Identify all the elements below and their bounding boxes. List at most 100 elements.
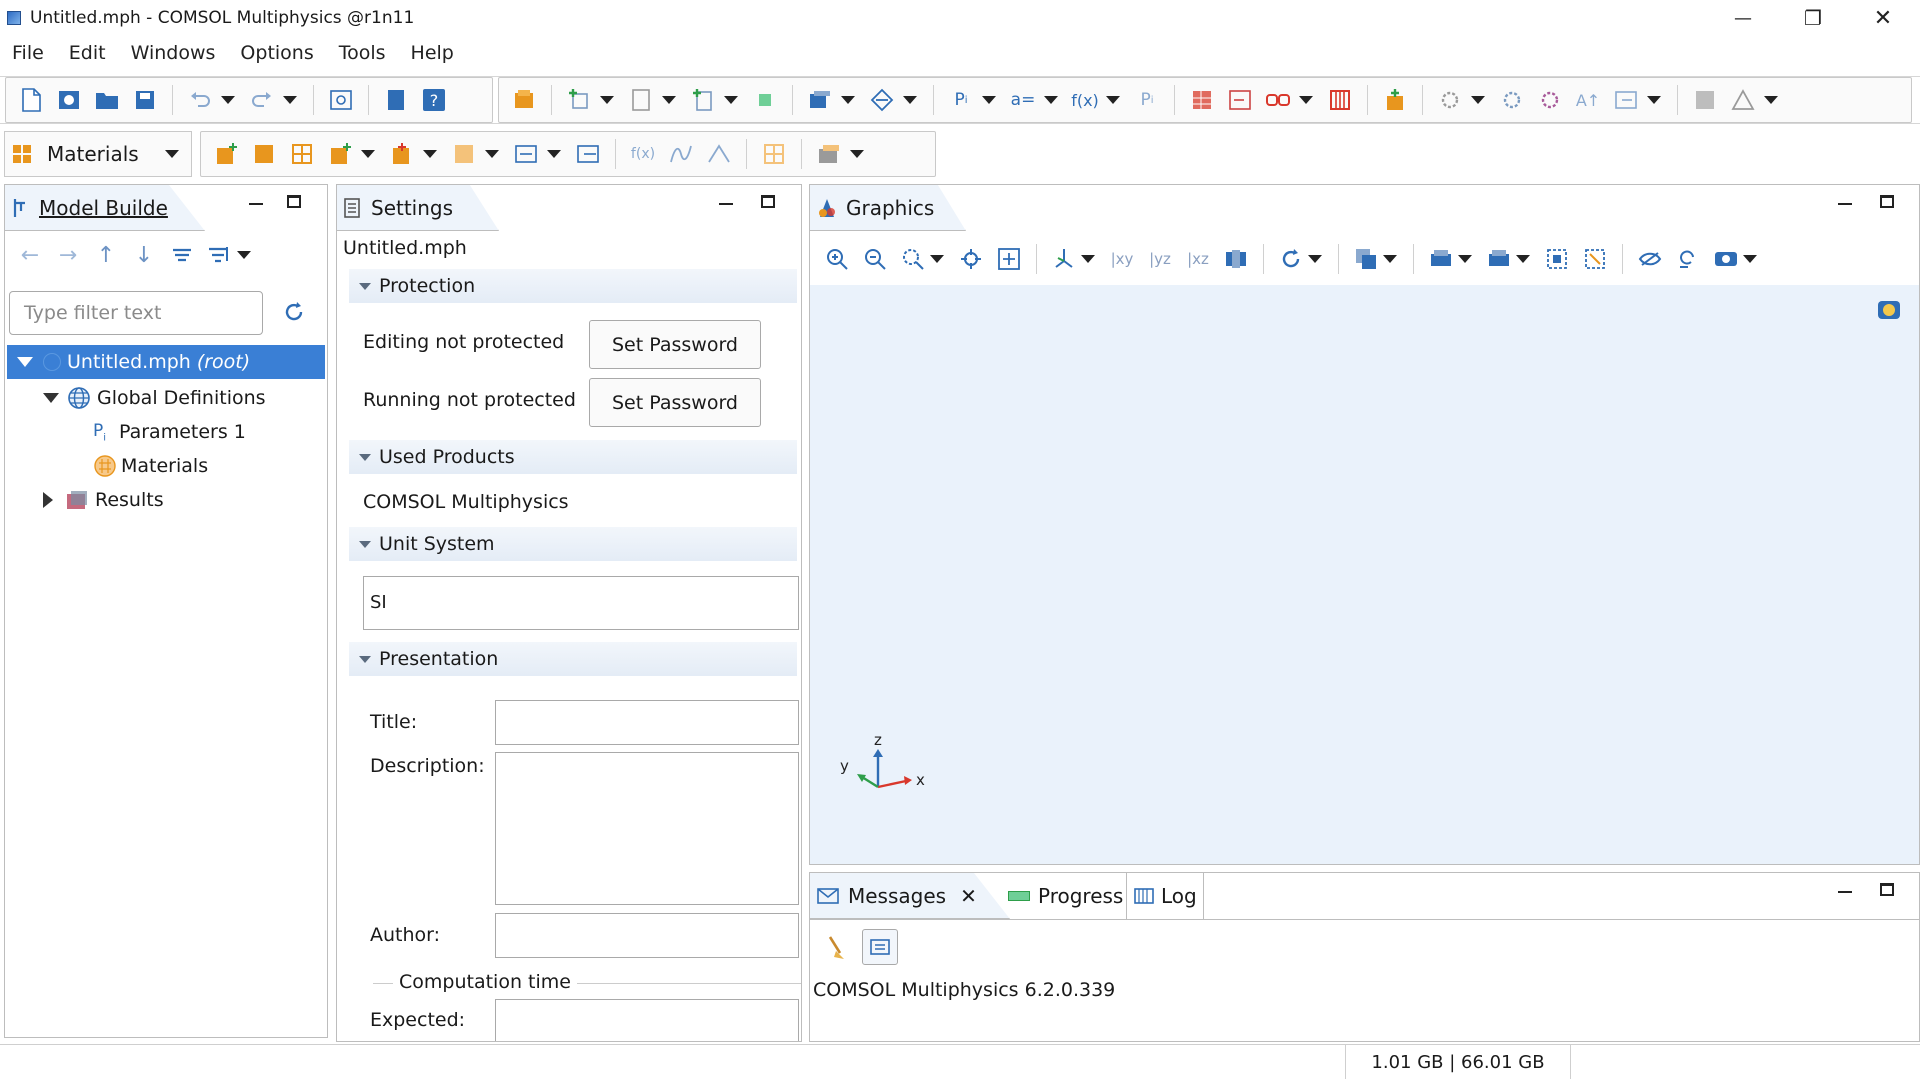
log-tab[interactable]: Log (1126, 873, 1204, 919)
set-password-editing-button[interactable]: Set Password (589, 320, 761, 369)
select-all-icon[interactable] (1542, 244, 1572, 274)
save-icon[interactable] (130, 85, 160, 115)
menu-edit[interactable]: Edit (61, 42, 114, 64)
show-icon[interactable] (167, 240, 197, 270)
interpolation-icon[interactable] (666, 139, 696, 169)
select-box-icon[interactable] (1426, 244, 1456, 274)
study-dropdown-icon[interactable] (1471, 96, 1485, 104)
study-settings-icon[interactable] (1435, 85, 1465, 115)
add-physics-icon[interactable] (626, 85, 656, 115)
graphics-maximize-icon[interactable] (1880, 195, 1894, 208)
model-builder-tab[interactable]: Model Builde (5, 185, 168, 231)
clear-selection-icon[interactable] (1580, 244, 1610, 274)
redo-dropdown-icon[interactable] (283, 96, 297, 104)
xz-view-icon[interactable]: |xz (1183, 244, 1213, 274)
documentation-icon[interactable] (381, 85, 411, 115)
material-link-icon[interactable] (449, 139, 479, 169)
tree-global-definitions[interactable]: Global Definitions (43, 381, 266, 415)
settings-minimize-icon[interactable] (719, 195, 733, 205)
functions-dropdown-icon[interactable] (1106, 96, 1120, 104)
xy-view-icon[interactable]: |xy (1107, 244, 1137, 274)
model-builder-maximize-icon[interactable] (287, 195, 301, 208)
menu-file[interactable]: File (4, 42, 52, 64)
menu-help[interactable]: Help (403, 42, 462, 64)
new-file-icon[interactable] (16, 85, 46, 115)
description-field[interactable] (495, 752, 799, 905)
layered-material-icon[interactable] (325, 139, 355, 169)
filter-input[interactable]: Type filter text (9, 291, 263, 335)
function-icon[interactable]: f(x) (628, 139, 658, 169)
menu-windows[interactable]: Windows (123, 42, 224, 64)
expand-arrow-icon[interactable] (43, 393, 59, 403)
parameters-dropdown-icon[interactable] (982, 96, 996, 104)
material-switch-icon[interactable] (387, 139, 417, 169)
compute-study-icon[interactable] (1497, 85, 1527, 115)
material-link-dropdown-icon[interactable] (485, 150, 499, 158)
restore-button[interactable]: ❐ (1778, 0, 1848, 36)
add-study-dropdown-icon[interactable] (724, 96, 738, 104)
materials-layout-dropdown-icon[interactable] (850, 150, 864, 158)
deselect-box-icon[interactable] (1484, 244, 1514, 274)
rotate-icon[interactable] (1276, 244, 1306, 274)
set-password-running-button[interactable]: Set Password (589, 378, 761, 427)
messages-minimize-icon[interactable] (1838, 883, 1852, 893)
move-down-icon[interactable]: ↓ (129, 240, 159, 270)
ribbon-selector-dropdown-icon[interactable] (164, 150, 179, 158)
plot-group-dropdown-icon[interactable] (1764, 96, 1778, 104)
zoom-selection-icon[interactable] (956, 244, 986, 274)
parameters-icon[interactable]: Pi (946, 85, 976, 115)
close-button[interactable]: ✕ (1848, 0, 1918, 36)
add-component-dropdown-icon[interactable] (600, 96, 614, 104)
graphics-minimize-icon[interactable] (1838, 195, 1852, 205)
model-builder-minimize-icon[interactable] (249, 195, 263, 205)
build-all-icon[interactable] (1187, 85, 1217, 115)
select-objects-icon[interactable] (1351, 244, 1381, 274)
import-icon[interactable] (1225, 85, 1255, 115)
zoom-out-icon[interactable] (860, 244, 890, 274)
open-folder-icon[interactable] (92, 85, 122, 115)
views-dropdown-icon[interactable] (1081, 255, 1095, 263)
mesh-icon[interactable] (1325, 85, 1355, 115)
link-icon[interactable] (1263, 85, 1293, 115)
functions-icon[interactable]: f(x) (1070, 85, 1100, 115)
component-icon[interactable] (509, 85, 539, 115)
refresh-filter-icon[interactable] (279, 297, 309, 327)
presentation-section-header[interactable]: Presentation (349, 642, 797, 676)
tree-materials[interactable]: Materials (93, 449, 208, 483)
add-physics-dropdown-icon[interactable] (662, 96, 676, 104)
refresh-window-icon[interactable] (326, 85, 356, 115)
layer-transition-icon[interactable] (511, 139, 541, 169)
layout-icon[interactable] (1611, 85, 1641, 115)
tree-parameters[interactable]: Pi Parameters 1 (93, 415, 246, 449)
open-from-cloud-icon[interactable] (54, 85, 84, 115)
deselect-box-dropdown-icon[interactable] (1516, 255, 1530, 263)
windows-dropdown-icon[interactable] (841, 96, 855, 104)
unit-system-section-header[interactable]: Unit System (349, 527, 797, 561)
menu-tools[interactable]: Tools (331, 42, 394, 64)
graphics-canvas[interactable]: z y x (810, 285, 1919, 864)
unit-system-select[interactable]: SI (363, 576, 799, 630)
views-icon[interactable] (1049, 244, 1079, 274)
zoom-box-icon[interactable] (898, 244, 928, 274)
variables-dropdown-icon[interactable] (1044, 96, 1058, 104)
layer-cross-section-icon[interactable] (573, 139, 603, 169)
table-icon[interactable] (1690, 85, 1720, 115)
minimize-button[interactable]: — (1708, 0, 1778, 36)
reset-hiding-icon[interactable] (1673, 244, 1703, 274)
collapse-arrow-icon[interactable] (43, 492, 53, 508)
progress-tab[interactable]: Progress (1008, 873, 1123, 919)
camera-icon[interactable] (1221, 244, 1251, 274)
message-details-button[interactable] (862, 929, 898, 965)
material-switch-dropdown-icon[interactable] (423, 150, 437, 158)
used-products-section-header[interactable]: Used Products (349, 440, 797, 474)
author-field[interactable] (495, 913, 799, 958)
visibility-icon[interactable] (1711, 244, 1741, 274)
expected-field[interactable] (495, 999, 799, 1041)
close-messages-icon[interactable]: ✕ (960, 884, 977, 908)
messages-tab[interactable]: Messages ✕ (810, 873, 977, 919)
zoom-dropdown-icon[interactable] (930, 255, 944, 263)
visibility-dropdown-icon[interactable] (1743, 255, 1757, 263)
add-component-icon[interactable] (564, 85, 594, 115)
title-field[interactable] (495, 700, 799, 745)
layout-dropdown-icon[interactable] (1647, 96, 1661, 104)
